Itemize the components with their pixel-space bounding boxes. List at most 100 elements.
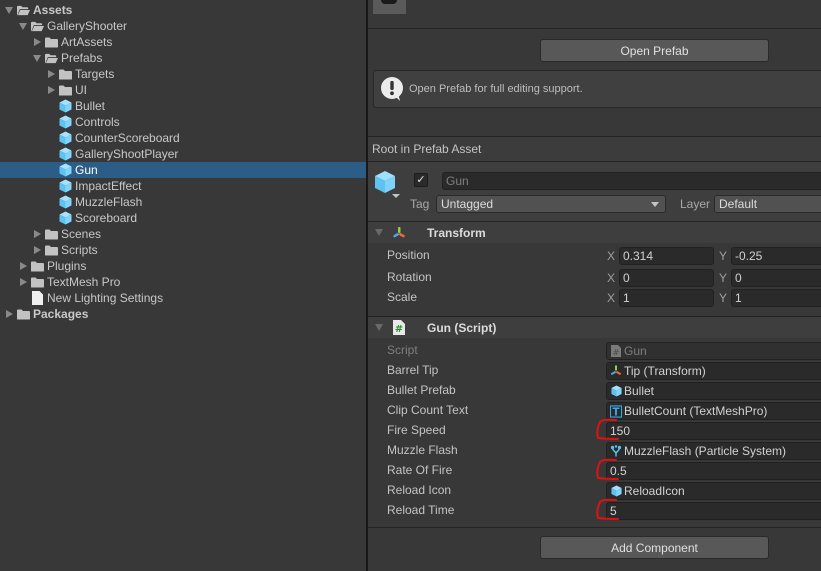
prefab-icon	[610, 385, 622, 397]
gun-field-bullet-prefab: Bullet Prefab Bullet	[368, 381, 821, 401]
expand-arrow-right-icon[interactable]	[32, 226, 42, 242]
y-axis-label[interactable]: Y	[719, 271, 727, 285]
field-value: ReloadIcon	[624, 484, 685, 498]
collapse-arrow-icon[interactable]	[375, 229, 383, 236]
project-tree-item[interactable]: Plugins	[0, 258, 366, 274]
project-tree-item[interactable]: Assets	[0, 2, 366, 18]
component-title: Transform	[427, 225, 486, 240]
prefab-icon	[59, 115, 72, 129]
object-reference-field[interactable]: MuzzleFlash (Particle System)	[606, 442, 821, 460]
folder-icon	[45, 244, 58, 257]
project-tree-item[interactable]: ArtAssets	[0, 34, 366, 50]
prefab-icon	[59, 163, 72, 177]
tree-item-label: Gun	[75, 163, 98, 177]
x-value-field[interactable]: 0.314	[619, 247, 714, 265]
divider	[368, 28, 821, 29]
project-tree-item[interactable]: Prefabs	[0, 50, 366, 66]
project-panel: Assets GalleryShooter ArtAssets Prefabs Targ…	[0, 0, 366, 571]
folder-icon	[31, 276, 44, 289]
tree-item-label: Assets	[33, 3, 73, 17]
active-checkbox[interactable]: ✓	[414, 173, 428, 187]
transform-icon	[610, 365, 622, 377]
gun-field-script: Script # Gun	[368, 341, 821, 361]
value-field[interactable]: 5	[606, 502, 821, 520]
project-tree-item[interactable]: TextMesh Pro	[0, 274, 366, 290]
x-axis-label[interactable]: X	[607, 249, 615, 263]
y-value-field[interactable]: 1	[731, 289, 821, 307]
expand-arrow-right-icon[interactable]	[18, 258, 28, 274]
y-value-field[interactable]: -0.25	[731, 247, 821, 265]
x-value-field[interactable]: 0	[619, 269, 714, 287]
object-reference-field[interactable]: ReloadIcon	[606, 482, 821, 500]
x-axis-label[interactable]: X	[607, 271, 615, 285]
add-component-button[interactable]: Add Component	[540, 536, 769, 559]
expand-arrow-down-icon[interactable]	[32, 50, 42, 66]
expand-arrow-right-icon[interactable]	[32, 242, 42, 258]
collapse-arrow-icon[interactable]	[375, 324, 383, 331]
project-tree-item[interactable]: Controls	[0, 114, 366, 130]
tree-item-label: Targets	[75, 67, 115, 81]
inspector-panel: Open Prefab Open Prefab for full editing…	[368, 0, 821, 571]
field-value: 0.5	[610, 464, 627, 478]
prefab-icon	[59, 99, 72, 113]
y-axis-label[interactable]: Y	[719, 249, 727, 263]
transform-component-header[interactable]: Transform	[368, 222, 821, 243]
property-label: Clip Count Text	[387, 403, 469, 417]
project-tree-item[interactable]: MuzzleFlash	[0, 194, 366, 210]
project-tree-item[interactable]: GalleryShooter	[0, 18, 366, 34]
open-prefab-button[interactable]: Open Prefab	[540, 39, 769, 62]
prefab-icon	[59, 131, 72, 145]
object-reference-field[interactable]: T BulletCount (TextMeshPro)	[606, 402, 821, 420]
project-tree-item[interactable]: Targets	[0, 66, 366, 82]
y-axis-label[interactable]: Y	[719, 291, 727, 305]
gun-script-component-header[interactable]: # Gun (Script)	[368, 317, 821, 338]
x-value-field[interactable]: 1	[619, 289, 714, 307]
project-tree-item[interactable]: Scripts	[0, 242, 366, 258]
svg-text:#: #	[613, 348, 620, 357]
property-label: Script	[387, 343, 418, 357]
arrow-spacer	[46, 178, 56, 194]
tree-item-label: Plugins	[47, 259, 87, 273]
object-reference-field[interactable]: Tip (Transform)	[606, 362, 821, 380]
value-field[interactable]: 150	[606, 422, 821, 440]
folder-icon	[17, 308, 30, 321]
expand-arrow-down-icon[interactable]	[18, 18, 28, 34]
project-tree-item[interactable]: Bullet	[0, 98, 366, 114]
project-tree-item[interactable]: ImpactEffect	[0, 178, 366, 194]
project-tree-item[interactable]: UI	[0, 82, 366, 98]
project-tree-item[interactable]: Packages	[0, 306, 366, 322]
layer-value: Default	[719, 197, 758, 211]
property-label: Rotation	[387, 270, 432, 284]
prefab-object-icon[interactable]	[374, 170, 400, 198]
y-value-field[interactable]: 0	[731, 269, 821, 287]
gameobject-name-field[interactable]: Gun	[442, 172, 821, 190]
object-reference-field[interactable]: Bullet	[606, 382, 821, 400]
layer-dropdown[interactable]: Default	[714, 195, 821, 213]
tag-dropdown[interactable]: Untagged	[436, 195, 666, 213]
expand-arrow-right-icon[interactable]	[46, 82, 56, 98]
project-tree-item[interactable]: CounterScoreboard	[0, 130, 366, 146]
particle-system-icon	[610, 445, 622, 457]
expand-arrow-right-icon[interactable]	[46, 66, 56, 82]
divider	[368, 527, 821, 528]
project-tree-item[interactable]: Scenes	[0, 226, 366, 242]
project-tree-item[interactable]: New Lighting Settings	[0, 290, 366, 306]
field-value: 5	[610, 504, 617, 518]
value-field[interactable]: 0.5	[606, 462, 821, 480]
project-tree-item[interactable]: Scoreboard	[0, 210, 366, 226]
gun-field-muzzle-flash: Muzzle Flash MuzzleFlash (Particle System…	[368, 441, 821, 461]
project-tree-item[interactable]: Gun	[0, 162, 366, 178]
folder-icon	[45, 36, 58, 49]
transform-row-position: Position X 0.314 Y -0.25	[368, 246, 821, 266]
prefab-icon	[610, 485, 622, 497]
checkmark-icon: ✓	[416, 173, 426, 186]
expand-arrow-right-icon[interactable]	[18, 274, 28, 290]
expand-arrow-down-icon[interactable]	[4, 2, 14, 18]
expand-arrow-right-icon[interactable]	[4, 306, 14, 322]
tree-item-label: Packages	[33, 307, 89, 321]
expand-arrow-right-icon[interactable]	[32, 34, 42, 50]
field-value: Gun	[624, 344, 647, 358]
tree-item-label: CounterScoreboard	[75, 131, 180, 145]
x-axis-label[interactable]: X	[607, 291, 615, 305]
project-tree-item[interactable]: GalleryShootPlayer	[0, 146, 366, 162]
